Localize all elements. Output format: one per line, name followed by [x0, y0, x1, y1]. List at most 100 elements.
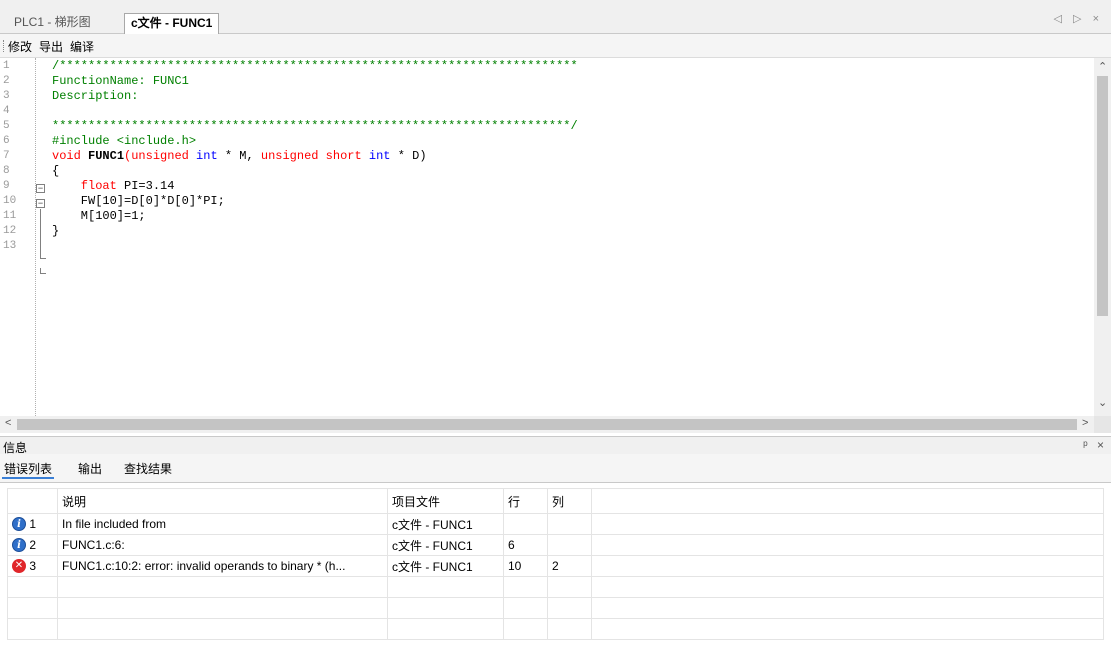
- code-token: M[100]=1;: [52, 209, 146, 223]
- code-line[interactable]: FW[10]=D[0]*D[0]*PI;: [52, 194, 225, 209]
- fold-toggle-block[interactable]: −: [36, 199, 45, 208]
- line-number: 9: [3, 180, 10, 192]
- code-line[interactable]: /***************************************…: [52, 59, 578, 74]
- scroll-down-icon[interactable]: ⌄: [1098, 396, 1107, 409]
- row-column: [547, 513, 592, 535]
- info-panel-header: 信息 ᵖ ×: [0, 436, 1111, 455]
- scrollbar-corner: [1094, 416, 1111, 433]
- tab-output[interactable]: 输出: [76, 460, 104, 477]
- code-line[interactable]: ****************************************…: [52, 119, 578, 134]
- code-editor[interactable]: 1 2 3 4 5 6 7 8 9 10 11 12 13 − − /*****************…: [0, 58, 1111, 435]
- fold-margin: [35, 58, 36, 416]
- table-row[interactable]: ✕ 3 FUNC1.c:10:2: error: invalid operands…: [7, 555, 1104, 577]
- empty-cell: [547, 597, 592, 619]
- code-token: unsigned: [131, 149, 197, 163]
- scroll-right-icon[interactable]: >: [1082, 417, 1088, 429]
- code-line[interactable]: Description:: [52, 89, 138, 104]
- line-number: 3: [3, 90, 10, 102]
- code-line[interactable]: FunctionName: FUNC1: [52, 74, 189, 89]
- empty-cell: [387, 597, 504, 619]
- code-token: void: [52, 149, 89, 163]
- empty-cell: [591, 576, 1104, 598]
- code-line[interactable]: {: [52, 164, 59, 179]
- editor-menu-bar: 修改 导出 编译: [0, 34, 1111, 58]
- line-number: 11: [3, 210, 17, 222]
- code-token: FW[10]=D[0]*D[0]*PI;: [52, 194, 225, 208]
- pin-close-icon[interactable]: ᵖ ×: [1083, 438, 1107, 452]
- line-number: 13: [3, 240, 17, 252]
- fold-toggle-function[interactable]: −: [36, 184, 45, 193]
- row-icon-cell: i 1: [7, 513, 58, 535]
- line-number: 7: [3, 150, 10, 162]
- column-header-filler: [591, 488, 1104, 514]
- info-icon: i: [12, 538, 26, 553]
- empty-cell: [547, 576, 592, 598]
- row-project-file: c文件 - FUNC1: [387, 513, 504, 535]
- line-number: 4: [3, 105, 10, 117]
- horizontal-scroll-thumb[interactable]: [17, 419, 1077, 430]
- empty-cell: [7, 618, 58, 640]
- code-token: /***************************************…: [52, 59, 578, 73]
- row-description: FUNC1.c:6:: [57, 534, 388, 556]
- horizontal-scrollbar[interactable]: < >: [0, 416, 1094, 433]
- fold-end-marker: [40, 268, 46, 274]
- tab-find-results[interactable]: 查找结果: [122, 460, 174, 477]
- table-header-row: 说明 项目文件 行 列: [7, 488, 1104, 514]
- line-number: 5: [3, 120, 10, 132]
- tab-c-file-func1[interactable]: c文件 - FUNC1: [124, 13, 220, 34]
- code-line[interactable]: M[100]=1;: [52, 209, 146, 224]
- line-number: 12: [3, 225, 17, 237]
- row-line: [503, 513, 548, 535]
- code-line[interactable]: }: [52, 224, 59, 239]
- code-line[interactable]: void FUNC1(unsigned int * M, unsigned sh…: [52, 149, 427, 164]
- row-number: 2: [29, 537, 37, 552]
- column-header-icon[interactable]: [7, 488, 58, 514]
- code-token: int: [368, 149, 391, 163]
- empty-cell: [7, 576, 58, 598]
- column-header-description[interactable]: 说明: [57, 488, 388, 514]
- toolbar-grip[interactable]: [3, 40, 5, 52]
- fold-end-marker: [40, 253, 46, 259]
- line-number: 10: [3, 195, 17, 207]
- code-token: {: [52, 164, 60, 178]
- code-token: Description:: [52, 89, 139, 103]
- empty-cell: [57, 618, 388, 640]
- tab-navigation-controls[interactable]: ◁ ▷ ×: [1054, 12, 1103, 25]
- tab-error-list[interactable]: 错误列表: [2, 460, 55, 479]
- menu-compile[interactable]: 编译: [70, 38, 94, 55]
- code-token: int: [196, 149, 218, 163]
- scroll-up-icon[interactable]: ⌃: [1098, 60, 1107, 73]
- code-token: PI=3.14: [124, 179, 175, 193]
- row-description: In file included from: [57, 513, 388, 535]
- code-token: float: [52, 179, 125, 193]
- row-line: 6: [503, 534, 548, 556]
- row-filler: [591, 555, 1104, 577]
- row-filler: [591, 534, 1104, 556]
- row-icon-cell: i 2: [7, 534, 58, 556]
- line-number: 1: [3, 60, 10, 72]
- code-line[interactable]: float PI=3.14: [52, 179, 175, 194]
- scroll-left-icon[interactable]: <: [5, 417, 11, 429]
- empty-table-row: [7, 618, 1104, 640]
- row-column: 2: [547, 555, 592, 577]
- error-list-area: 说明 项目文件 行 列 i 1 In file included from c文件 …: [0, 483, 1111, 655]
- fold-guide: [40, 209, 41, 254]
- code-line[interactable]: #include <include.h>: [52, 134, 196, 149]
- code-token: unsigned short: [260, 149, 369, 163]
- empty-table-row: [7, 597, 1104, 619]
- code-token: ****************************************…: [52, 119, 578, 133]
- column-header-column[interactable]: 列: [547, 488, 592, 514]
- document-tab-strip: PLC1 - 梯形图 c文件 - FUNC1 ◁ ▷ ×: [0, 0, 1111, 34]
- vertical-scroll-thumb[interactable]: [1097, 76, 1108, 316]
- table-row[interactable]: i 2 FUNC1.c:6: c文件 - FUNC1 6: [7, 534, 1104, 556]
- menu-modify[interactable]: 修改: [8, 38, 32, 55]
- column-header-project-file[interactable]: 项目文件: [387, 488, 504, 514]
- table-row[interactable]: i 1 In file included from c文件 - FUNC1: [7, 513, 1104, 535]
- empty-cell: [591, 597, 1104, 619]
- error-list-table: 说明 项目文件 行 列 i 1 In file included from c文件 …: [7, 488, 1104, 640]
- empty-cell: [387, 618, 504, 640]
- vertical-scrollbar[interactable]: ⌃ ⌄: [1094, 58, 1111, 416]
- tab-plc1-ladder[interactable]: PLC1 - 梯形图: [8, 13, 97, 34]
- column-header-line[interactable]: 行: [503, 488, 548, 514]
- menu-export[interactable]: 导出: [39, 38, 63, 55]
